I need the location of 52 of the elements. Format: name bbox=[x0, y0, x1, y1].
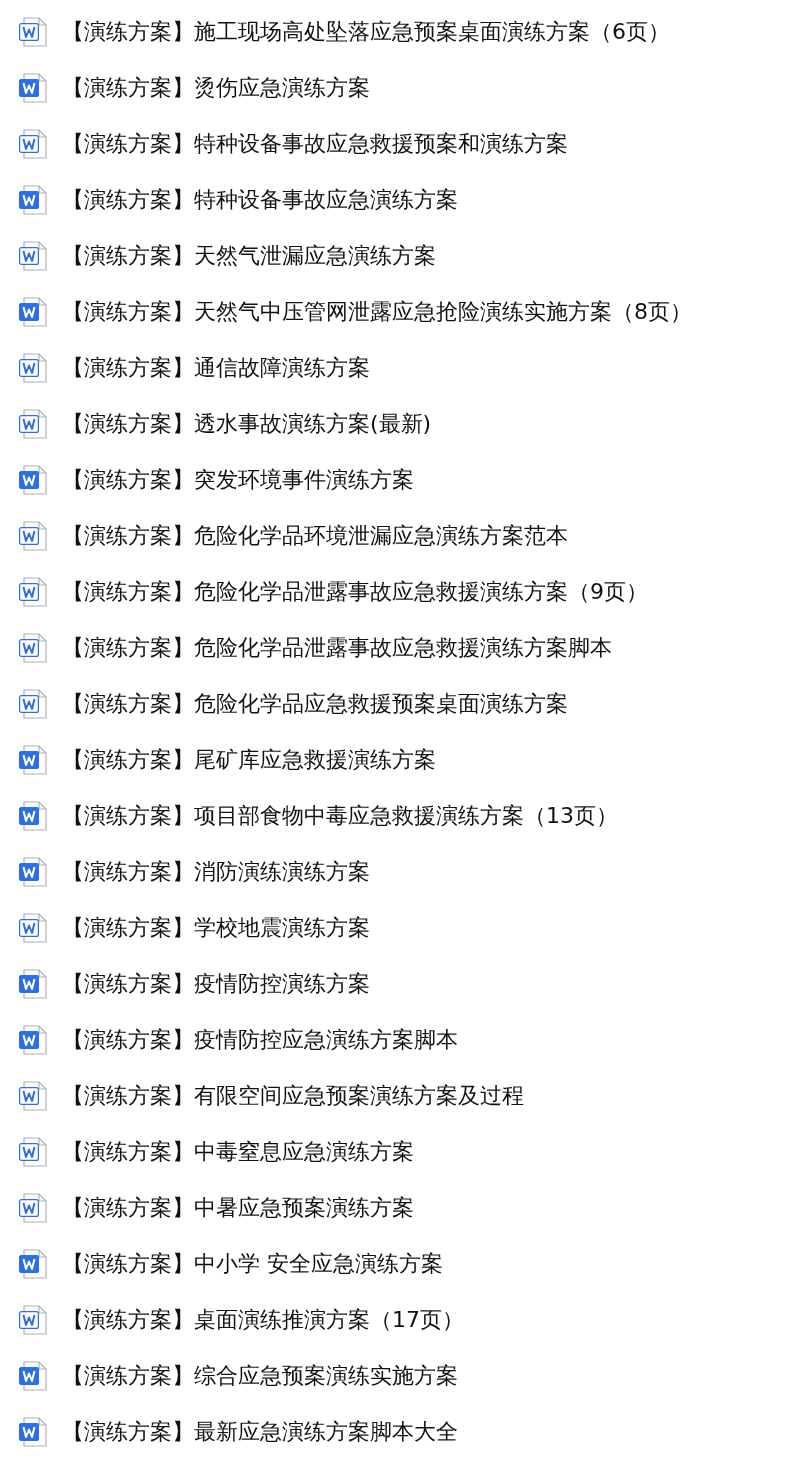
word-file-outline-icon bbox=[18, 1304, 48, 1336]
file-name[interactable]: 【演练方案】尾矿库应急救援演练方案 bbox=[62, 745, 436, 775]
word-file-icon bbox=[18, 464, 48, 496]
file-name[interactable]: 【演练方案】综合应急预案演练实施方案 bbox=[62, 1361, 458, 1391]
word-file-outline-icon bbox=[18, 520, 48, 552]
file-name[interactable]: 【演练方案】消防演练演练方案 bbox=[62, 857, 370, 887]
file-name[interactable]: 【演练方案】施工现场高处坠落应急预案桌面演练方案（6页） bbox=[62, 17, 670, 47]
file-name[interactable]: 【演练方案】危险化学品环境泄漏应急演练方案范本 bbox=[62, 521, 568, 551]
word-file-outline-icon bbox=[18, 1136, 48, 1168]
word-file-icon bbox=[18, 184, 48, 216]
file-name[interactable]: 【演练方案】特种设备事故应急救援预案和演练方案 bbox=[62, 129, 568, 159]
file-name[interactable]: 【演练方案】烫伤应急演练方案 bbox=[62, 73, 370, 103]
file-name[interactable]: 【演练方案】特种设备事故应急演练方案 bbox=[62, 185, 458, 215]
word-file-outline-icon bbox=[18, 632, 48, 664]
file-name[interactable]: 【演练方案】有限空间应急预案演练方案及过程 bbox=[62, 1081, 524, 1111]
word-file-outline-icon bbox=[18, 16, 48, 48]
word-file-outline-icon bbox=[18, 352, 48, 384]
file-name[interactable]: 【演练方案】疫情防控演练方案 bbox=[62, 969, 370, 999]
word-file-outline-icon bbox=[18, 912, 48, 944]
file-name[interactable]: 【演练方案】桌面演练推演方案（17页） bbox=[62, 1305, 464, 1335]
word-file-icon bbox=[18, 1024, 48, 1056]
word-file-outline-icon bbox=[18, 240, 48, 272]
word-file-icon bbox=[18, 72, 48, 104]
file-name[interactable]: 【演练方案】危险化学品泄露事故应急救援演练方案脚本 bbox=[62, 633, 612, 663]
word-file-outline-icon bbox=[18, 576, 48, 608]
file-name[interactable]: 【演练方案】突发环境事件演练方案 bbox=[62, 465, 414, 495]
file-name[interactable]: 【演练方案】疫情防控应急演练方案脚本 bbox=[62, 1025, 458, 1055]
file-name[interactable]: 【演练方案】中暑应急预案演练方案 bbox=[62, 1193, 414, 1223]
word-file-outline-icon bbox=[18, 1192, 48, 1224]
file-name[interactable]: 【演练方案】最新应急演练方案脚本大全 bbox=[62, 1417, 458, 1447]
file-name[interactable]: 【演练方案】透水事故演练方案(最新) bbox=[62, 409, 432, 439]
file-name[interactable]: 【演练方案】学校地震演练方案 bbox=[62, 913, 370, 943]
file-name[interactable]: 【演练方案】中毒窒息应急演练方案 bbox=[62, 1137, 414, 1167]
word-file-icon bbox=[18, 1360, 48, 1392]
word-file-icon bbox=[18, 856, 48, 888]
word-file-outline-icon bbox=[18, 128, 48, 160]
word-file-icon bbox=[18, 1416, 48, 1448]
word-file-outline-icon bbox=[18, 1080, 48, 1112]
file-name[interactable]: 【演练方案】危险化学品应急救援预案桌面演练方案 bbox=[62, 689, 568, 719]
word-file-outline-icon bbox=[18, 688, 48, 720]
word-file-icon bbox=[18, 296, 48, 328]
word-file-icon bbox=[18, 744, 48, 776]
file-name[interactable]: 【演练方案】天然气泄漏应急演练方案 bbox=[62, 241, 436, 271]
file-name[interactable]: 【演练方案】天然气中压管网泄露应急抢险演练实施方案（8页） bbox=[62, 297, 692, 327]
word-file-outline-icon bbox=[18, 408, 48, 440]
file-name[interactable]: 【演练方案】通信故障演练方案 bbox=[62, 353, 370, 383]
word-file-icon bbox=[18, 800, 48, 832]
word-file-icon bbox=[18, 968, 48, 1000]
file-name[interactable]: 【演练方案】项目部食物中毒应急救援演练方案（13页） bbox=[62, 801, 618, 831]
file-name[interactable]: 【演练方案】中小学 安全应急演练方案 bbox=[62, 1249, 443, 1279]
file-name[interactable]: 【演练方案】危险化学品泄露事故应急救援演练方案（9页） bbox=[62, 577, 648, 607]
word-file-icon bbox=[18, 1248, 48, 1280]
